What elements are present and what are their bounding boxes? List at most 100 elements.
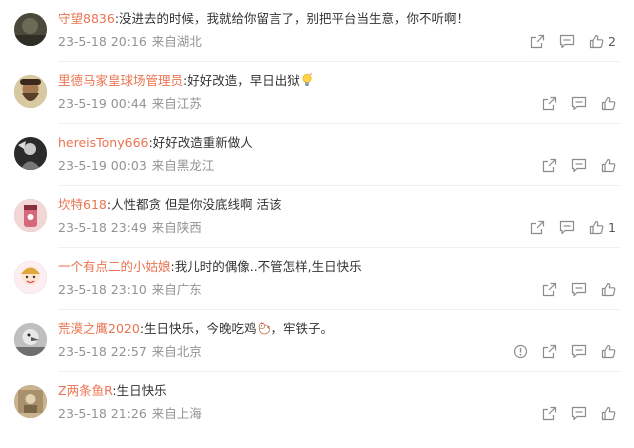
like-button[interactable] [601,344,616,359]
comment-content: 荒漠之鹰2020:生日快乐，今晚吃鸡 ，牢铁子。 [58,320,614,338]
comment-icon [571,96,587,111]
comment-location: 来自北京 [151,344,202,359]
cartoon-girl-avatar[interactable] [14,261,47,294]
comment-meta: 23-5-18 23:49 来自陕西 [58,219,202,237]
comment-username[interactable]: 守望8836 [58,11,115,26]
share-icon [542,406,557,421]
comment-text: :我儿时的偶像..不管怎样,生日快乐 [170,259,362,274]
comment-meta: 23-5-18 22:57 来自北京 [58,343,202,361]
reply-button[interactable] [571,344,587,359]
comment-content: hereisTony666:好好改造重新做人 [58,134,614,152]
bearded-man-avatar[interactable] [14,75,47,108]
like-button[interactable] [601,282,616,297]
like-button[interactable] [601,158,616,173]
like-button[interactable] [601,96,616,111]
dark-landscape-avatar[interactable] [14,13,47,46]
comment-text: :人性都贪 但是你没底线啊 活该 [106,197,282,212]
share-button[interactable] [530,34,545,49]
comment-actions [528,403,616,423]
comment-item: 坎特618:人性都贪 但是你没底线啊 活该 23-5-18 23:49 来自陕西 1 [0,186,634,248]
comment-meta: 23-5-18 23:10 来自广东 [58,281,202,299]
comment-username[interactable]: 里德马家皇球场管理员 [58,73,183,88]
comment-username[interactable]: 坎特618 [58,197,107,212]
comment-content: Z两条鱼R:生日快乐 [58,382,614,400]
share-button[interactable] [542,158,557,173]
comment-date: 23-5-19 00:44 [58,96,147,111]
report-icon [513,344,528,359]
share-icon [542,96,557,111]
comment-text: :生日快乐，今晚吃鸡 [139,321,257,336]
thumbs-up-icon [589,220,604,235]
thumbs-up-icon [601,406,616,421]
comment-meta: 23-5-18 20:16 来自湖北 [58,33,202,51]
chicken-emoji-icon [257,321,271,336]
share-button[interactable] [542,406,557,421]
comment-item: 一个有点二的小姑娘:我儿时的偶像..不管怎样,生日快乐 23-5-18 23:10… [0,248,634,310]
comment-date: 23-5-18 20:16 [58,34,147,49]
share-button[interactable] [542,344,557,359]
thumbs-up-icon [601,96,616,111]
eagle-avatar[interactable] [14,323,47,356]
comment-location: 来自黑龙江 [151,158,215,173]
comment-text-after-emoji: ，牢铁子。 [270,321,334,336]
comment-date: 23-5-18 23:49 [58,220,147,235]
comment-meta: 23-5-18 21:26 来自上海 [58,405,202,423]
comment-actions [528,93,616,113]
comment-content: 坎特618:人性都贪 但是你没底线啊 活该 [58,196,614,214]
thumbs-up-icon [589,34,604,49]
comment-item: 里德马家皇球场管理员:好好改造，早日出狱 23-5-19 00:44 来自江苏 [0,62,634,124]
comment-username[interactable]: Z两条鱼R [58,383,112,398]
comment-text: :没进去的时候，我就给你留言了，别把平台当生意，你不听啊！ [114,11,470,26]
comment-item: hereisTony666:好好改造重新做人 23-5-19 00:03 来自黑龙江 [0,124,634,186]
reply-button[interactable] [571,158,587,173]
comment-text: :好好改造重新做人 [148,135,253,150]
comment-icon [559,220,575,235]
pink-cup-avatar[interactable] [14,199,47,232]
like-count: 1 [608,219,616,235]
share-button[interactable] [542,282,557,297]
comment-icon [571,158,587,173]
thumbs-up-icon [601,344,616,359]
thumbs-up-icon [601,158,616,173]
comment-actions: 2 [516,31,616,51]
report-button[interactable] [513,344,528,359]
dark-figure-avatar[interactable] [14,137,47,170]
comment-username[interactable]: 荒漠之鹰2020 [58,321,140,336]
comment-item: 守望8836:没进去的时候，我就给你留言了，别把平台当生意，你不听啊！ 23-5-… [0,0,634,62]
comment-location: 来自陕西 [151,220,202,235]
reply-button[interactable] [559,34,575,49]
comment-item: Z两条鱼R:生日快乐 23-5-18 21:26 来自上海 [0,372,634,434]
comment-meta: 23-5-19 00:44 来自江苏 [58,95,202,113]
comment-date: 23-5-18 21:26 [58,406,147,421]
share-icon [530,220,545,235]
reply-button[interactable] [571,282,587,297]
reply-button[interactable] [571,406,587,421]
comment-actions: 1 [516,217,616,237]
comment-location: 来自广东 [151,282,202,297]
comment-actions [499,341,616,361]
comment-item: 荒漠之鹰2020:生日快乐，今晚吃鸡 ，牢铁子。 23-5-18 22:57 来自北京 [0,310,634,372]
comment-icon [571,282,587,297]
comment-username[interactable]: hereisTony666 [58,135,149,150]
share-icon [542,344,557,359]
comment-location: 来自上海 [151,406,202,421]
share-icon [530,34,545,49]
like-button[interactable]: 1 [589,220,616,235]
like-button[interactable] [601,406,616,421]
comment-date: 23-5-18 22:57 [58,344,147,359]
comment-text: :好好改造，早日出狱 [183,73,300,88]
reply-button[interactable] [571,96,587,111]
share-button[interactable] [542,96,557,111]
comment-actions [528,279,616,299]
comment-date: 23-5-18 23:10 [58,282,147,297]
share-button[interactable] [530,220,545,235]
share-icon [542,282,557,297]
comment-actions [528,155,616,175]
comment-username[interactable]: 一个有点二的小姑娘 [58,259,171,274]
like-button[interactable]: 2 [589,34,616,49]
comment-list: 守望8836:没进去的时候，我就给你留言了，别把平台当生意，你不听啊！ 23-5-… [0,0,634,448]
comment-icon [571,344,587,359]
sepia-photo-avatar[interactable] [14,385,47,418]
lightbulb-emoji-icon [300,73,314,88]
reply-button[interactable] [559,220,575,235]
